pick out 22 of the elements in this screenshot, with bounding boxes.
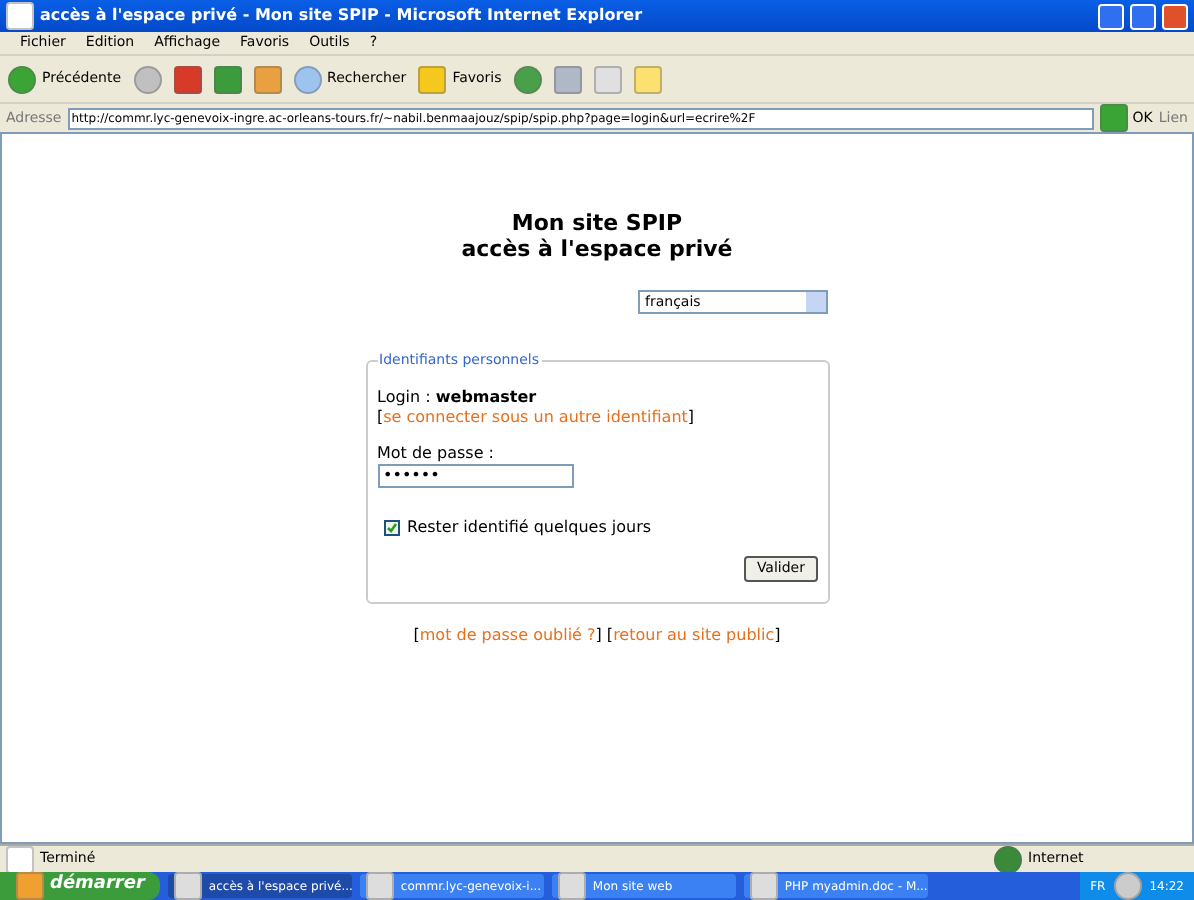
footer-links-line: [mot de passe oublié ?] [retour au site public]: [413, 623, 781, 647]
remember-label: Rester identifié quelques jours: [407, 515, 652, 539]
notes-button[interactable]: [633, 65, 662, 93]
login-line: Login : webmaster: [377, 387, 539, 407]
close-button[interactable]: [1162, 3, 1188, 29]
stop-button[interactable]: [173, 65, 202, 93]
minimize-button[interactable]: [1098, 3, 1124, 29]
remember-checkbox[interactable]: [383, 519, 399, 535]
alt-login-line: [se connecter sous un autre identifiant]: [377, 407, 697, 427]
maximize-button[interactable]: [1130, 3, 1156, 29]
page-subtitle: accès à l'espace privé: [461, 236, 733, 262]
forward-button[interactable]: [133, 65, 162, 93]
word-button[interactable]: [593, 65, 622, 93]
site-title: Mon site SPIP: [511, 210, 683, 236]
home-button[interactable]: [253, 65, 282, 93]
password-label: Mot de passe :: [377, 443, 496, 463]
history-button[interactable]: [513, 65, 542, 93]
print-button[interactable]: [553, 65, 582, 93]
window-title: accès à l'espace privé - Mon site SPIP - Microsoft Internet Explorer: [40, 4, 645, 28]
password-field[interactable]: ••••••: [377, 463, 573, 487]
refresh-button[interactable]: [213, 65, 242, 93]
tray-icon[interactable]: [1113, 872, 1142, 900]
